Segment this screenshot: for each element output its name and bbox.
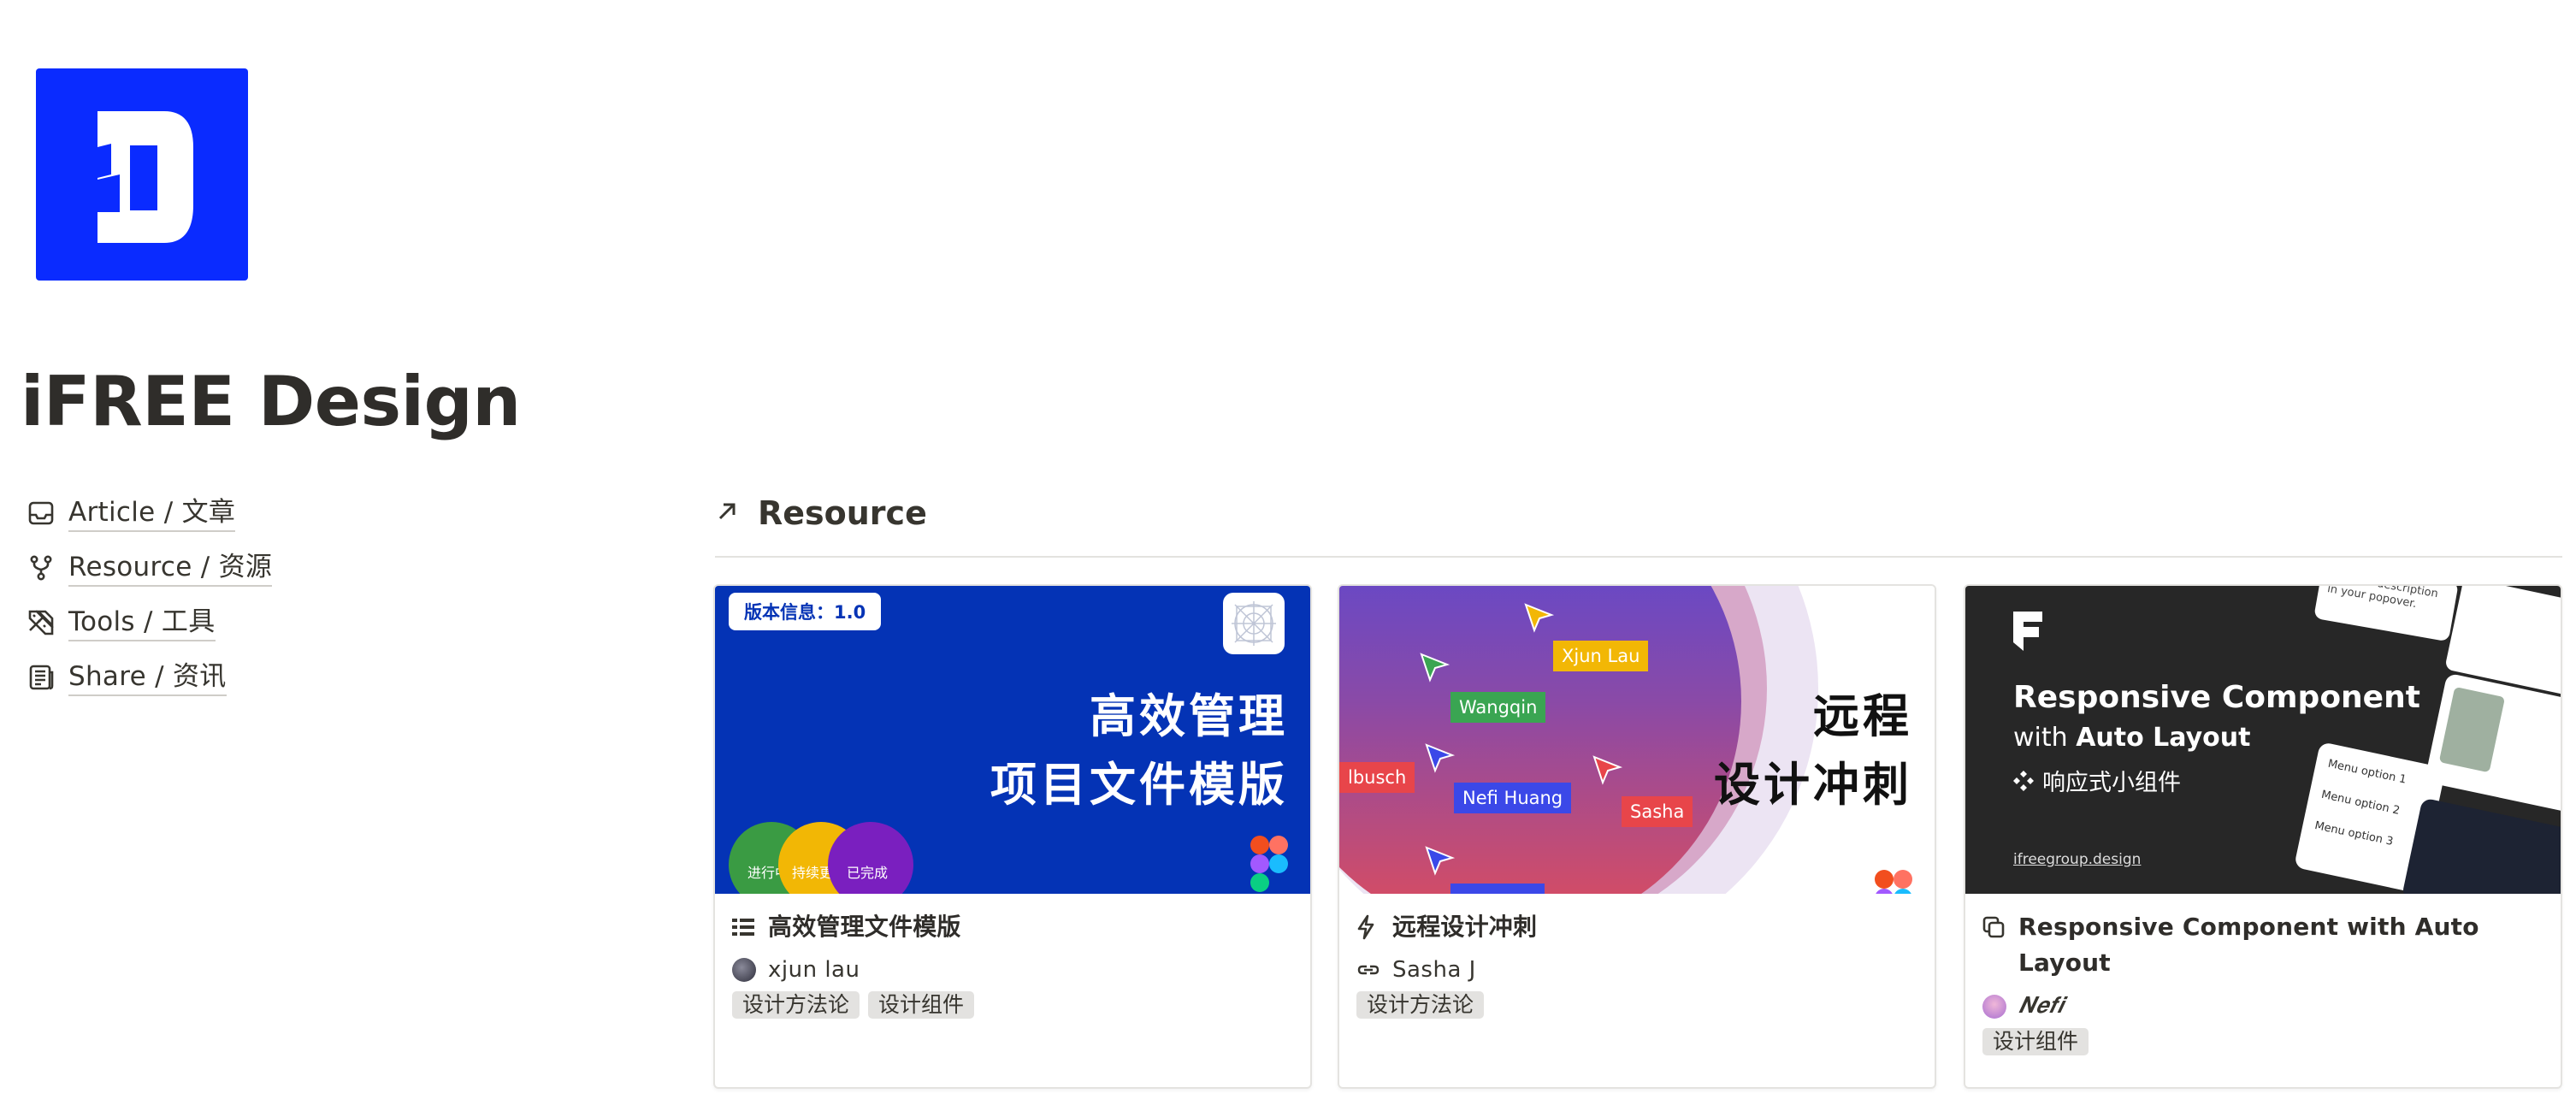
post-mock — [2401, 797, 2561, 894]
copy-icon — [1982, 909, 2008, 945]
nav-item-article[interactable]: Article / 文章 — [26, 486, 272, 541]
cover-heading-2: 项目文件模版 — [990, 758, 1288, 812]
nav-label: Resource / 资源 — [68, 550, 273, 587]
card-body: Responsive Component with Auto Layout 𝑵𝒆… — [1982, 909, 2544, 1055]
product-card-mock — [2424, 672, 2561, 816]
card-cover-image: Xjun Lau Wangqin lbusch Nefi Huang Sasha… — [1339, 586, 1935, 894]
workspace-logo — [36, 68, 248, 281]
card-body: 高效管理文件模版 xjun lau 设计方法论 设计组件 — [732, 909, 1293, 1019]
name-tag: Wangqin — [1450, 692, 1546, 723]
nav-label: Tools / 工具 — [68, 605, 216, 641]
card-cover-image: Responsive Component with Auto Layout 响应… — [1965, 586, 2561, 894]
card-author: 𝑵𝒆𝒇𝒊 — [1982, 993, 2544, 1019]
tag: 设计方法论 — [1356, 991, 1485, 1019]
newspaper-icon — [26, 662, 56, 693]
tag: 设计组件 — [1982, 1028, 2089, 1055]
card-tags: 设计方法论 — [1356, 991, 1917, 1019]
popover-mock: This the description in your popover. — [2313, 586, 2459, 642]
card-title[interactable]: 高效管理文件模版 — [732, 909, 1293, 945]
name-tag: Sasha — [1622, 796, 1693, 827]
card-author: Sasha J — [1356, 957, 1917, 983]
figma-logo-icon — [1250, 836, 1288, 894]
avatar — [732, 958, 756, 982]
section-title: Resource — [758, 494, 927, 532]
link-icon — [1356, 963, 1380, 977]
cover-heading-1: 远程 — [1813, 689, 1912, 743]
resource-card[interactable]: Responsive Component with Auto Layout 响应… — [1964, 584, 2562, 1089]
cover-url: ifreegroup.design — [2013, 851, 2142, 868]
framer-logo-icon — [2013, 612, 2042, 656]
component-icon — [2013, 770, 2034, 791]
status-circle-done: 已完成 — [828, 822, 913, 894]
nav-list: Article / 文章 Resource / 资源 Tools / 工具 Sh… — [26, 486, 273, 705]
section-divider — [715, 556, 2562, 558]
name-tag: Nefi Huang — [1454, 783, 1572, 813]
card-body: 远程设计冲刺 Sasha J 设计方法论 — [1356, 909, 1917, 1019]
avatar — [1982, 994, 2006, 1019]
resource-card[interactable]: Xjun Lau Wangqin lbusch Nefi Huang Sasha… — [1338, 584, 1936, 1089]
nav-item-share[interactable]: Share / 资讯 — [26, 650, 272, 705]
inbox-icon — [26, 498, 56, 529]
name-tag: lbusch — [1339, 762, 1415, 793]
list-icon — [732, 909, 758, 945]
figma-grid-icon — [1223, 593, 1285, 654]
card-cover-image: 版本信息：1.0 高效管理 项目文件模版 进行中 持续更 已完成 — [715, 586, 1310, 894]
arrow-up-right-icon — [715, 499, 739, 527]
tag: 设计方法论 — [732, 991, 860, 1019]
tools-icon — [26, 607, 56, 638]
card-title[interactable]: 远程设计冲刺 — [1356, 909, 1917, 945]
cover-chinese: 响应式小组件 — [2013, 764, 2181, 797]
figma-logo-icon — [1875, 870, 1912, 894]
page-title: iFREE Design — [21, 362, 521, 441]
cover-heading-1: 高效管理 — [1090, 689, 1288, 743]
nav-label: Share / 资讯 — [68, 659, 227, 696]
lightning-icon — [1356, 909, 1382, 945]
tag: 设计组件 — [868, 991, 975, 1019]
cover-heading-2: 设计冲刺 — [1714, 758, 1912, 812]
nav-item-resource[interactable]: Resource / 资源 — [26, 541, 273, 595]
card-title[interactable]: Responsive Component with Auto Layout — [1982, 909, 2544, 981]
card-tags: 设计方法论 设计组件 — [732, 991, 1293, 1019]
section-header[interactable]: Resource — [715, 494, 927, 532]
cover-subheading: with Auto Layout — [2013, 723, 2251, 753]
name-tag: Xjun Lau — [1553, 641, 1649, 671]
resource-card[interactable]: 版本信息：1.0 高效管理 项目文件模版 进行中 持续更 已完成 高效管理文件模… — [713, 584, 1312, 1089]
nav-label: Article / 文章 — [68, 495, 236, 532]
cover-heading: Responsive Component — [2013, 680, 2420, 715]
version-badge: 版本信息：1.0 — [729, 593, 882, 630]
nav-item-tools[interactable]: Tools / 工具 — [26, 595, 272, 650]
card-tags: 设计组件 — [1982, 1028, 2544, 1055]
card-author: xjun lau — [732, 957, 1293, 983]
git-branch-icon — [26, 553, 56, 583]
